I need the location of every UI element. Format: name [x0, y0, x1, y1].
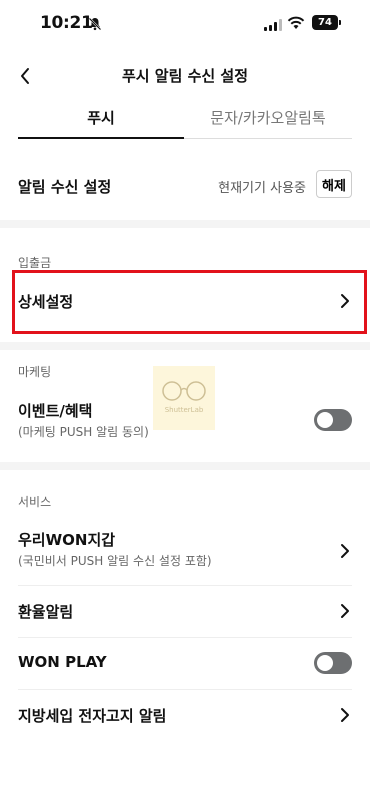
toggle-knob: [317, 655, 333, 671]
row-separator: [18, 637, 352, 638]
local-tax-label: 지방세입 전자고지 알림: [18, 707, 167, 725]
local-tax-row[interactable]: 지방세입 전자고지 알림: [18, 702, 352, 728]
watermark-logo: ShutterLab: [153, 366, 215, 430]
row-separator: [18, 689, 352, 690]
watermark-text: ShutterLab: [164, 406, 204, 414]
section-divider: [0, 462, 370, 470]
chevron-right-icon: [340, 707, 350, 723]
chevron-right-icon: [340, 603, 350, 619]
highlight-box: [12, 270, 367, 334]
section-title-service: 서비스: [18, 495, 52, 509]
won-play-label: WON PLAY: [18, 653, 107, 671]
current-device-text: 현재기기 사용중: [218, 181, 306, 196]
tab-bar: 푸시 문자/카카오알림톡: [18, 102, 352, 139]
section-divider: [0, 220, 370, 228]
row-separator: [18, 585, 352, 586]
event-benefit-label: 이벤트/혜택: [18, 402, 93, 420]
cellular-signal-icon: [264, 16, 282, 35]
wifi-icon: [287, 15, 305, 34]
page-title: 푸시 알림 수신 설정: [121, 67, 249, 85]
tab-push[interactable]: 푸시: [18, 102, 184, 139]
exchange-rate-row[interactable]: 환율알림: [18, 598, 352, 624]
nav-bar: 푸시 알림 수신 설정: [0, 56, 370, 96]
silent-bell-icon: [88, 16, 102, 35]
section-divider: [0, 342, 370, 350]
won-wallet-subtext: (국민비서 PUSH 알림 수신 설정 포함): [18, 554, 212, 568]
section-title-marketing: 마케팅: [18, 365, 52, 379]
won-wallet-label: 우리WON지갑: [18, 531, 116, 549]
toggle-knob: [317, 412, 333, 428]
won-play-toggle[interactable]: [314, 652, 352, 674]
tab-sms-kakao[interactable]: 문자/카카오알림톡: [184, 102, 352, 137]
exchange-rate-label: 환율알림: [18, 603, 74, 621]
status-bar: 10:21 74: [0, 0, 370, 48]
chevron-right-icon: [340, 543, 350, 559]
section-title-deposit: 입출금: [18, 256, 52, 270]
battery-icon: 74: [312, 15, 341, 30]
event-benefit-subtext: (마케팅 PUSH 알림 동의): [18, 425, 149, 439]
event-benefit-toggle[interactable]: [314, 409, 352, 431]
notification-setting-label: 알림 수신 설정: [18, 178, 112, 196]
notification-setting-row: 알림 수신 설정 현재기기 사용중 해제: [18, 167, 352, 203]
won-play-row: WON PLAY: [18, 650, 352, 676]
status-time: 10:21: [40, 13, 93, 33]
release-button[interactable]: 해제: [316, 170, 352, 198]
won-wallet-row[interactable]: 우리WON지갑 (국민비서 PUSH 알림 수신 설정 포함): [18, 527, 352, 571]
